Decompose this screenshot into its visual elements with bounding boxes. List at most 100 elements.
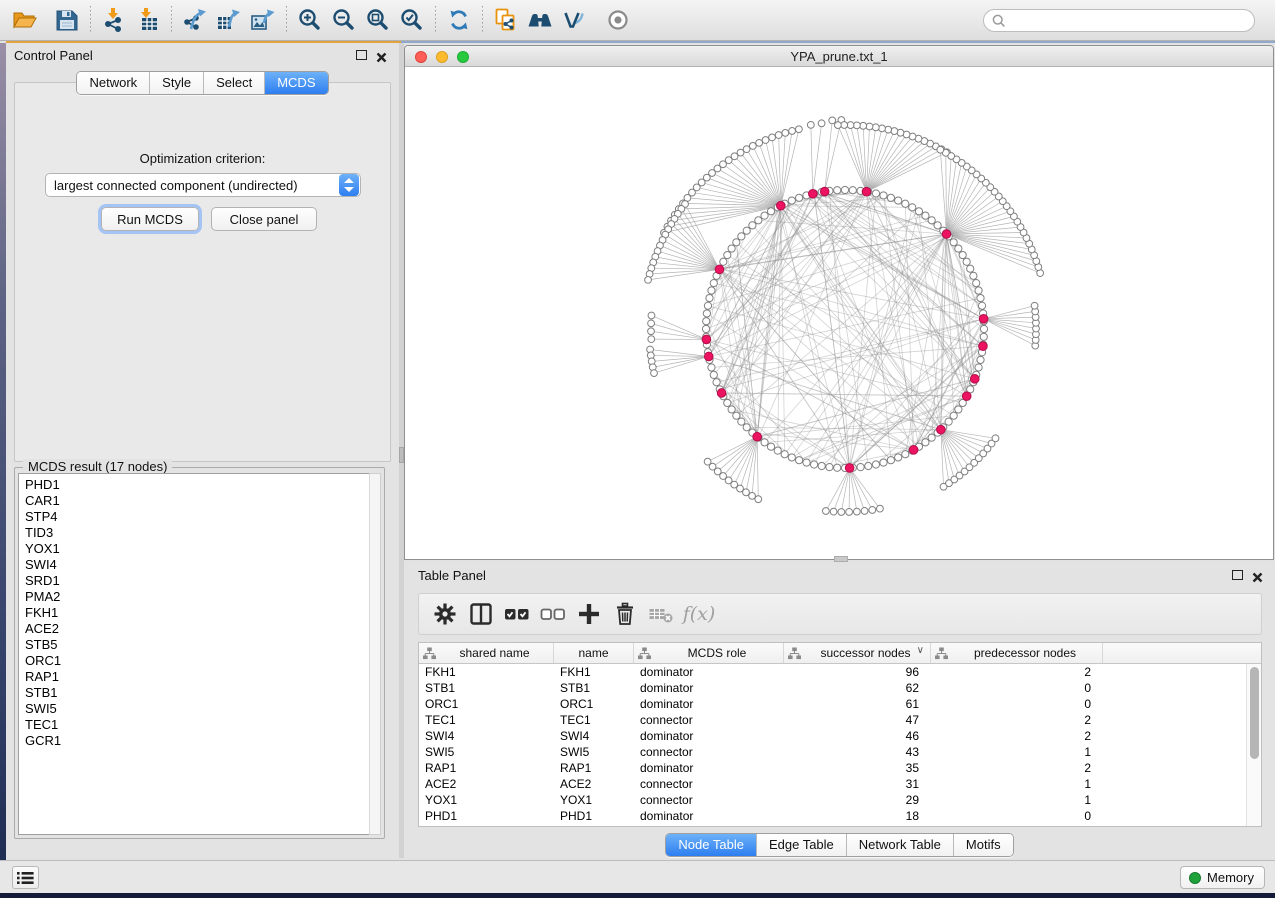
table-row[interactable]: ORC1ORC1dominator610 [419,696,1246,712]
cell-successor-nodes: 31 [784,776,931,792]
select-all-icon[interactable] [499,596,535,632]
export-network-icon[interactable] [178,4,212,36]
mcds-node-item[interactable]: PMA2 [25,589,369,605]
mcds-node-item[interactable]: STB5 [25,637,369,653]
mcds-node-item[interactable]: RAP1 [25,669,369,685]
tab-select[interactable]: Select [204,72,265,94]
optimization-criterion-select[interactable]: largest connected component (undirected) [45,173,361,197]
run-mcds-button[interactable]: Run MCDS [101,207,199,231]
close-panel-icon[interactable] [376,50,387,61]
search-icon [991,13,1007,29]
column-type-icon [638,647,651,660]
table-row[interactable]: SWI5SWI5connector431 [419,744,1246,760]
first-neighbors-icon[interactable] [557,4,591,36]
save-session-icon[interactable] [50,4,84,36]
memory-button[interactable]: Memory [1180,866,1265,889]
cell-MCDS-role: dominator [634,760,784,776]
tab-mcds[interactable]: MCDS [265,72,327,94]
cell-shared-name: FKH1 [419,664,554,680]
table-row[interactable]: RAP1RAP1dominator352 [419,760,1246,776]
table-row[interactable]: FKH1FKH1dominator962 [419,664,1246,680]
export-table-icon[interactable] [212,4,246,36]
table-scrollbar[interactable] [1246,664,1261,826]
column-type-icon [788,647,801,660]
mcds-node-item[interactable]: ORC1 [25,653,369,669]
mcds-node-item[interactable]: GCR1 [25,733,369,749]
column-header-shared-name[interactable]: shared name [419,643,554,663]
export-image-icon[interactable] [246,4,280,36]
mcds-result-title: MCDS result (17 nodes) [23,459,172,474]
column-header-name[interactable]: name [554,643,634,663]
zoom-in-icon[interactable] [293,4,327,36]
clone-network-icon[interactable] [489,4,523,36]
float-panel-icon[interactable] [356,50,367,60]
tab-node-table[interactable]: Node Table [666,834,757,856]
mcds-node-item[interactable]: STB1 [25,685,369,701]
cell-MCDS-role: connector [634,792,784,808]
column-header-predecessor-nodes[interactable]: predecessor nodes [931,643,1103,663]
table-row[interactable]: TEC1TEC1connector472 [419,712,1246,728]
panel-splitter-horizontal[interactable] [834,556,848,562]
node-table: shared namenameMCDS rolesuccessor nodes∨… [418,642,1262,827]
column-header-MCDS-role[interactable]: MCDS role [634,643,784,663]
mcds-node-item[interactable]: CAR1 [25,493,369,509]
network-window-titlebar[interactable]: YPA_prune.txt_1 [405,46,1273,67]
cell-MCDS-role: dominator [634,728,784,744]
cell-name: STB1 [554,680,634,696]
table-row[interactable]: YOX1YOX1connector291 [419,792,1246,808]
cell-MCDS-role: dominator [634,808,784,824]
tab-network[interactable]: Network [77,72,150,94]
mcds-node-item[interactable]: SRD1 [25,573,369,589]
zoom-out-icon[interactable] [327,4,361,36]
tab-edge-table[interactable]: Edge Table [757,834,847,856]
mcds-result-list[interactable]: PHD1CAR1STP4TID3YOX1SWI4SRD1PMA2FKH1ACE2… [18,473,370,835]
mcds-node-item[interactable]: STP4 [25,509,369,525]
tab-style[interactable]: Style [150,72,204,94]
deselect-all-icon[interactable] [535,596,571,632]
settings-icon[interactable] [427,596,463,632]
table-row[interactable]: STB1STB1dominator620 [419,680,1246,696]
split-columns-icon[interactable] [463,596,499,632]
mcds-node-item[interactable]: FKH1 [25,605,369,621]
mcds-node-item[interactable]: SWI4 [25,557,369,573]
column-header-successor-nodes[interactable]: successor nodes∨ [784,643,931,663]
mcds-node-item[interactable]: TEC1 [25,717,369,733]
search-input[interactable] [1007,11,1254,30]
task-history-button[interactable] [12,866,39,889]
add-column-icon[interactable] [571,596,607,632]
mcds-node-item[interactable]: YOX1 [25,541,369,557]
mcds-node-item[interactable]: TID3 [25,525,369,541]
delete-column-icon[interactable] [607,596,643,632]
import-network-icon[interactable] [97,4,131,36]
mcds-list-scrollbar[interactable] [369,473,381,835]
mcds-node-item[interactable]: PHD1 [25,477,369,493]
zoom-fit-icon[interactable] [361,4,395,36]
tab-motifs[interactable]: Motifs [954,834,1013,856]
cell-MCDS-role: dominator [634,696,784,712]
table-row[interactable]: PHD1PHD1dominator180 [419,808,1246,824]
float-panel-icon[interactable] [1232,570,1243,580]
close-panel-icon[interactable] [1252,570,1263,581]
close-panel-button[interactable]: Close panel [211,207,317,231]
optimization-criterion-label: Optimization criterion: [15,151,390,166]
cell-successor-nodes: 18 [784,808,931,824]
cell-shared-name: ACE2 [419,776,554,792]
search-box[interactable] [983,9,1255,32]
network-canvas[interactable] [405,67,1273,560]
cell-MCDS-role: connector [634,776,784,792]
scrollbar-thumb[interactable] [1250,667,1259,759]
refresh-layout-icon[interactable] [442,4,476,36]
tab-network-table[interactable]: Network Table [847,834,954,856]
mcds-node-item[interactable]: SWI5 [25,701,369,717]
zoom-selected-icon[interactable] [395,4,429,36]
mcds-node-item[interactable]: ACE2 [25,621,369,637]
search-network-icon[interactable] [523,4,557,36]
show-graphics-details-icon[interactable] [601,4,635,36]
import-table-icon[interactable] [131,4,165,36]
open-folder-icon[interactable] [8,4,42,36]
cell-successor-nodes: 62 [784,680,931,696]
control-panel: Control Panel NetworkStyleSelectMCDS Opt… [6,43,399,858]
table-row[interactable]: SWI4SWI4dominator462 [419,728,1246,744]
cell-name: ACE2 [554,776,634,792]
table-row[interactable]: ACE2ACE2connector311 [419,776,1246,792]
